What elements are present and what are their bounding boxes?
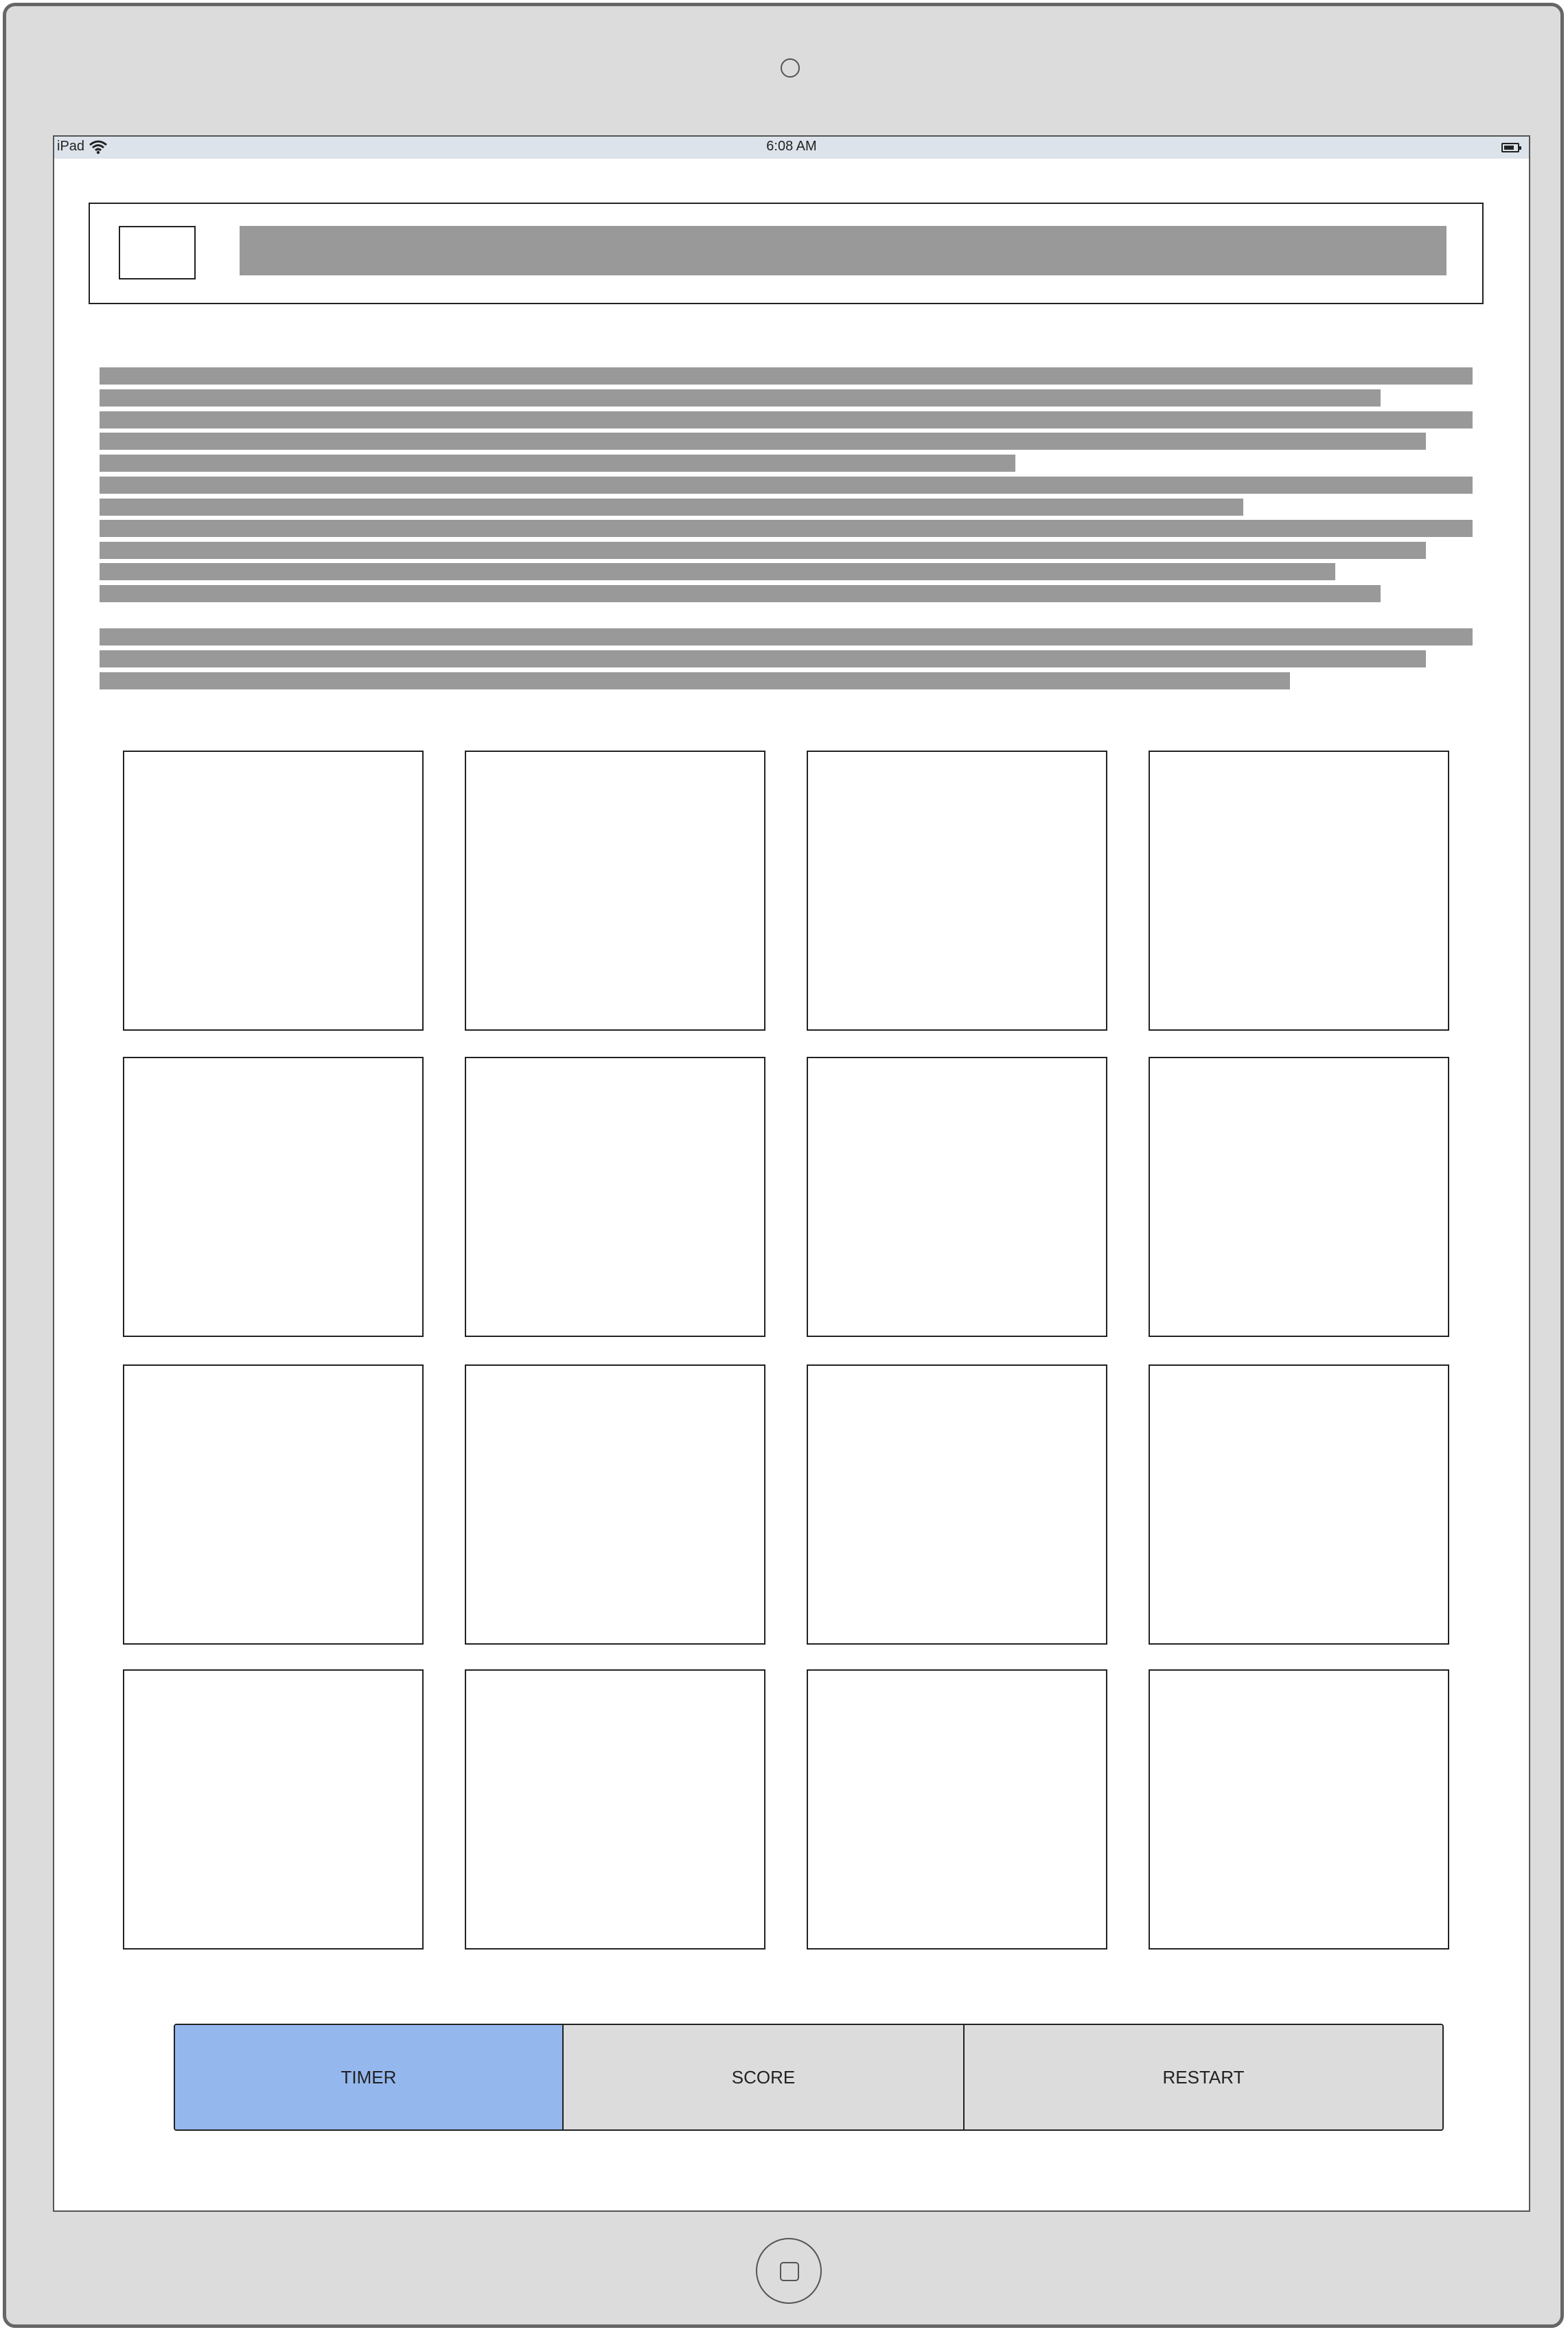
camera-icon: [781, 58, 800, 78]
screen: iPad 6:08 AM TIMER SCORE RESTART: [53, 135, 1530, 2212]
card-tile[interactable]: [807, 1057, 1107, 1337]
status-bar: iPad 6:08 AM: [54, 137, 1529, 159]
timer-button[interactable]: TIMER: [175, 2025, 562, 2129]
ipad-frame: iPad 6:08 AM TIMER SCORE RESTART: [3, 3, 1564, 2328]
card-tile[interactable]: [123, 751, 424, 1031]
card-tile[interactable]: [465, 751, 765, 1031]
text-line: [100, 563, 1335, 580]
card-tile[interactable]: [123, 1669, 424, 1950]
card-tile[interactable]: [465, 1057, 765, 1337]
card-tile[interactable]: [123, 1364, 424, 1645]
text-line: [100, 628, 1473, 645]
card-tile[interactable]: [465, 1364, 765, 1645]
card-tile[interactable]: [807, 1364, 1107, 1645]
text-line: [100, 433, 1426, 450]
text-line: [100, 520, 1473, 537]
text-line: [100, 585, 1381, 602]
header: [89, 203, 1484, 304]
logo-placeholder: [119, 226, 196, 279]
card-tile[interactable]: [1149, 1057, 1449, 1337]
title-placeholder: [240, 226, 1446, 275]
score-button[interactable]: SCORE: [562, 2025, 963, 2129]
text-line: [100, 411, 1473, 428]
card-tile[interactable]: [1149, 1364, 1449, 1645]
text-line: [100, 367, 1473, 385]
text-line: [100, 389, 1381, 407]
restart-button[interactable]: RESTART: [963, 2025, 1442, 2129]
card-tile[interactable]: [465, 1669, 765, 1950]
text-line: [100, 455, 1015, 472]
text-line: [100, 477, 1473, 494]
text-line: [100, 499, 1243, 516]
card-tile[interactable]: [1149, 751, 1449, 1031]
card-tile[interactable]: [807, 751, 1107, 1031]
card-tile[interactable]: [123, 1057, 424, 1337]
home-square-icon: [780, 2262, 799, 2281]
card-tile[interactable]: [1149, 1669, 1449, 1950]
text-line: [100, 650, 1426, 667]
status-time: 6:08 AM: [766, 139, 817, 154]
control-bar: TIMER SCORE RESTART: [174, 2024, 1444, 2131]
battery-icon: [1501, 143, 1521, 152]
text-line: [100, 542, 1426, 559]
text-line: [100, 672, 1290, 689]
home-button[interactable]: [756, 2238, 822, 2304]
card-tile[interactable]: [807, 1669, 1107, 1950]
